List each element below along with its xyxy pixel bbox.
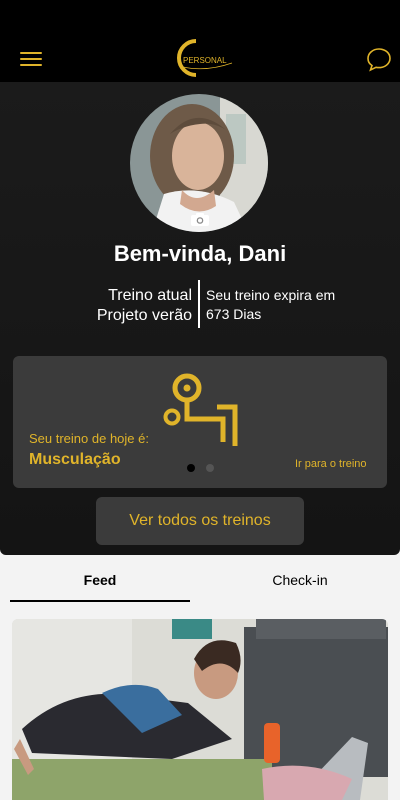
camera-glyph [191, 213, 209, 226]
greeting: Bem-vinda, Dani [113, 241, 287, 266]
today-workout-name: Musculação [29, 451, 121, 468]
app-logo: PERSONAL [166, 36, 236, 80]
camera-icon[interactable] [190, 212, 210, 226]
feed-post-image[interactable] [12, 619, 388, 800]
expiry-line-1: Seu treino expira em [206, 287, 336, 303]
chat-bubble-icon [367, 48, 391, 72]
hamburger-icon [20, 52, 42, 54]
current-workout-label: Treino atual [108, 287, 192, 304]
current-workout-info: Treino atual Projeto verão [60, 286, 192, 326]
carousel-dot-active[interactable] [187, 464, 195, 472]
current-workout-name: Projeto verão [96, 307, 192, 324]
chat-button[interactable] [366, 46, 392, 72]
active-tab-indicator [10, 600, 190, 602]
app-header: PERSONAL [0, 30, 400, 86]
today-workout-card[interactable]: Seu treino de hoje é: Musculação Ir para… [13, 356, 387, 488]
feed-photo [12, 619, 388, 800]
info-divider [198, 280, 200, 328]
tab-feed[interactable]: Feed [10, 560, 190, 602]
see-all-workouts-button[interactable]: Ver todos os treinos [96, 497, 304, 545]
carousel-dot[interactable] [206, 464, 214, 472]
tab-check-in[interactable]: Check-in [200, 560, 400, 602]
logo-c-icon: PERSONAL [177, 39, 233, 77]
logo-text: PERSONAL [183, 56, 227, 65]
menu-button[interactable] [20, 52, 44, 68]
hamburger-icon-bar [20, 64, 42, 66]
go-to-workout-link[interactable]: Ir para o treino [295, 458, 367, 470]
hamburger-icon-bar [20, 58, 42, 60]
expiry-info: Seu treino expira em 673 Dias [206, 286, 386, 324]
expiry-line-2: 673 Dias [206, 306, 262, 322]
weight-machine-icon [163, 373, 238, 446]
today-workout-label: Seu treino de hoje é: [29, 431, 149, 446]
